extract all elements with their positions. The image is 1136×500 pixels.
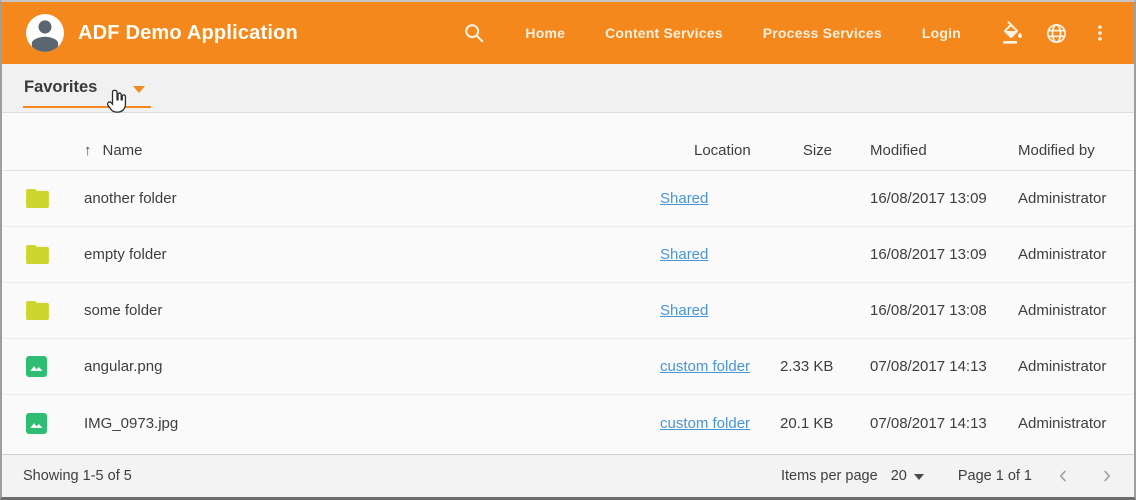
items-per-page-select[interactable]: 20 [891, 468, 924, 484]
modified-cell: 16/08/2017 13:09 [840, 246, 1000, 263]
modified-cell: 16/08/2017 13:08 [840, 302, 1000, 319]
file-type-icon [26, 245, 84, 264]
folder-icon [26, 245, 49, 264]
file-type-icon [26, 301, 84, 320]
modified-by-cell: Administrator [1000, 302, 1110, 319]
name-cell[interactable]: empty folder [84, 246, 660, 263]
app-window: ADF Demo Application Home Content Servic… [0, 0, 1136, 500]
table-row[interactable]: angular.png custom folder 2.33 KB 07/08/… [2, 339, 1134, 395]
view-toolbar: Favorites [2, 64, 1134, 113]
document-list: ↑ Name Location Size Modified Modified b… [2, 113, 1134, 451]
pager-controls: Items per page 20 Page 1 of 1 [781, 463, 1120, 489]
more-vert-icon[interactable] [1084, 17, 1116, 49]
pagination-bar: Showing 1-5 of 5 Items per page 20 Page … [2, 454, 1134, 497]
user-avatar [26, 14, 64, 52]
file-type-icon [26, 189, 84, 208]
column-header-size[interactable]: Size [780, 142, 840, 159]
favorites-label: Favorites [24, 78, 97, 97]
folder-icon [26, 301, 49, 320]
person-icon [26, 14, 64, 52]
location-cell: custom folder [660, 358, 780, 375]
next-page-button[interactable] [1094, 463, 1120, 489]
location-cell: Shared [660, 302, 780, 319]
previous-page-button[interactable] [1050, 463, 1076, 489]
file-type-icon [26, 413, 84, 434]
language-globe-icon[interactable] [1039, 16, 1074, 51]
modified-by-cell: Administrator [1000, 190, 1110, 207]
modified-cell: 07/08/2017 14:13 [840, 358, 1000, 375]
app-title: ADF Demo Application [78, 22, 298, 45]
dropdown-caret-icon [133, 86, 145, 93]
column-header-modified[interactable]: Modified [840, 142, 1000, 159]
column-header-name[interactable]: ↑ Name [84, 142, 660, 159]
favorites-dropdown[interactable]: Favorites [23, 78, 151, 108]
modified-cell: 16/08/2017 13:09 [840, 190, 1000, 207]
name-cell[interactable]: IMG_0973.jpg [84, 415, 660, 432]
location-cell: custom folder [660, 415, 780, 432]
modified-by-cell: Administrator [1000, 358, 1110, 375]
modified-by-cell: Administrator [1000, 415, 1110, 432]
nav-process-services[interactable]: Process Services [743, 15, 902, 51]
table-row[interactable]: another folder Shared 16/08/2017 13:09 A… [2, 171, 1134, 227]
theme-color-fill-icon[interactable] [995, 15, 1031, 51]
modified-cell: 07/08/2017 14:13 [840, 415, 1000, 432]
header-actions: Home Content Services Process Services L… [457, 15, 1116, 51]
column-header-modified-by[interactable]: Modified by [1000, 142, 1110, 159]
select-caret-icon [914, 474, 924, 480]
modified-by-cell: Administrator [1000, 246, 1110, 263]
items-per-page-label: Items per page [781, 468, 878, 484]
sort-ascending-icon: ↑ [84, 143, 92, 158]
size-cell: 20.1 KB [780, 415, 840, 432]
size-cell: 2.33 KB [780, 358, 840, 375]
search-icon[interactable] [457, 16, 491, 50]
file-type-icon [26, 356, 84, 377]
location-link[interactable]: Shared [660, 190, 708, 207]
table-header-row: ↑ Name Location Size Modified Modified b… [2, 131, 1134, 171]
table-row[interactable]: empty folder Shared 16/08/2017 13:09 Adm… [2, 227, 1134, 283]
image-file-icon [26, 356, 47, 377]
app-header: ADF Demo Application Home Content Servic… [2, 2, 1134, 64]
nav-login[interactable]: Login [902, 15, 981, 51]
table-row[interactable]: IMG_0973.jpg custom folder 20.1 KB 07/08… [2, 395, 1134, 451]
nav-content-services[interactable]: Content Services [585, 15, 743, 51]
location-link[interactable]: custom folder [660, 415, 750, 432]
image-file-icon [26, 413, 47, 434]
name-cell[interactable]: some folder [84, 302, 660, 319]
location-link[interactable]: Shared [660, 302, 708, 319]
folder-icon [26, 189, 49, 208]
cursor-pointer-image [105, 88, 131, 121]
column-header-location[interactable]: Location [660, 142, 780, 159]
location-link[interactable]: custom folder [660, 358, 750, 375]
table-body: another folder Shared 16/08/2017 13:09 A… [2, 171, 1134, 451]
name-cell[interactable]: angular.png [84, 358, 660, 375]
table-row[interactable]: some folder Shared 16/08/2017 13:08 Admi… [2, 283, 1134, 339]
name-cell[interactable]: another folder [84, 190, 660, 207]
nav-home[interactable]: Home [505, 15, 585, 51]
location-cell: Shared [660, 190, 780, 207]
location-link[interactable]: Shared [660, 246, 708, 263]
location-cell: Shared [660, 246, 780, 263]
showing-range-label: Showing 1-5 of 5 [23, 468, 132, 484]
page-indicator: Page 1 of 1 [958, 468, 1032, 484]
